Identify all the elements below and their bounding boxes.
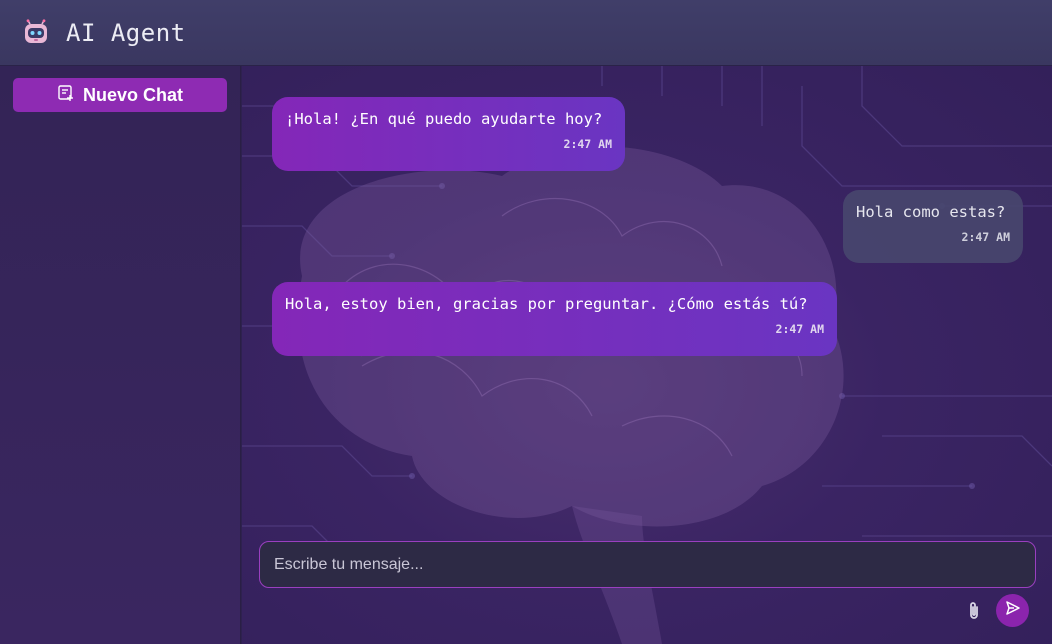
message-time: 2:47 AM — [775, 322, 824, 336]
app-header: AI Agent — [0, 0, 1052, 66]
message-time: 2:47 AM — [563, 137, 612, 151]
message-time: 2:47 AM — [961, 230, 1010, 244]
robot-icon — [22, 18, 50, 47]
send-icon — [1005, 600, 1021, 621]
message-text: ¡Hola! ¿En qué puedo ayudarte hoy? — [285, 110, 603, 128]
user-message: Hola como estas? 2:47 AM — [843, 190, 1023, 263]
message-text: Hola como estas? — [856, 203, 1006, 221]
send-button[interactable] — [996, 594, 1029, 627]
new-chat-button[interactable]: Nuevo Chat — [13, 78, 227, 112]
chat-area: ¡Hola! ¿En qué puedo ayudarte hoy? 2:47 … — [242, 66, 1052, 644]
paperclip-icon[interactable] — [964, 601, 984, 621]
sidebar: Nuevo Chat — [0, 66, 241, 644]
message-input-wrapper — [259, 541, 1036, 588]
bot-message: Hola, estoy bien, gracias por preguntar.… — [272, 282, 837, 356]
message-text: Hola, estoy bien, gracias por preguntar.… — [285, 295, 808, 313]
app-title: AI Agent — [66, 18, 186, 47]
bot-message: ¡Hola! ¿En qué puedo ayudarte hoy? 2:47 … — [272, 97, 625, 171]
new-chat-label: Nuevo Chat — [82, 84, 183, 105]
message-input[interactable] — [260, 542, 1035, 587]
new-chat-icon — [57, 84, 75, 107]
